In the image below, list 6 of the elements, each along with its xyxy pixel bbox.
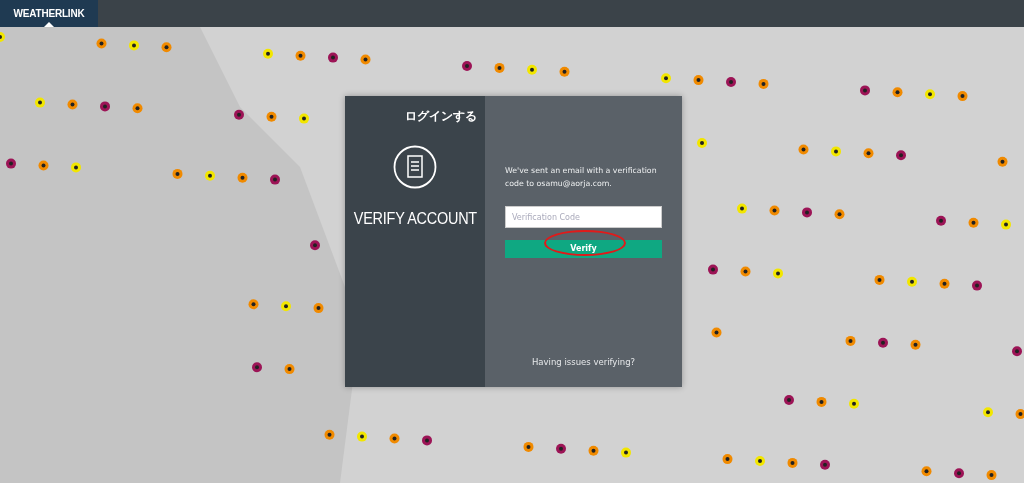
help-link[interactable]: Having issues verifying? [531,357,636,367]
document-icon [393,145,437,189]
dialog-title: VERIFY ACCOUNT [353,209,477,229]
login-link[interactable]: ログインする [405,108,477,125]
verification-code-field[interactable]: Verification Code [505,206,662,228]
brand-tab[interactable]: WEATHERLINK [0,0,98,27]
